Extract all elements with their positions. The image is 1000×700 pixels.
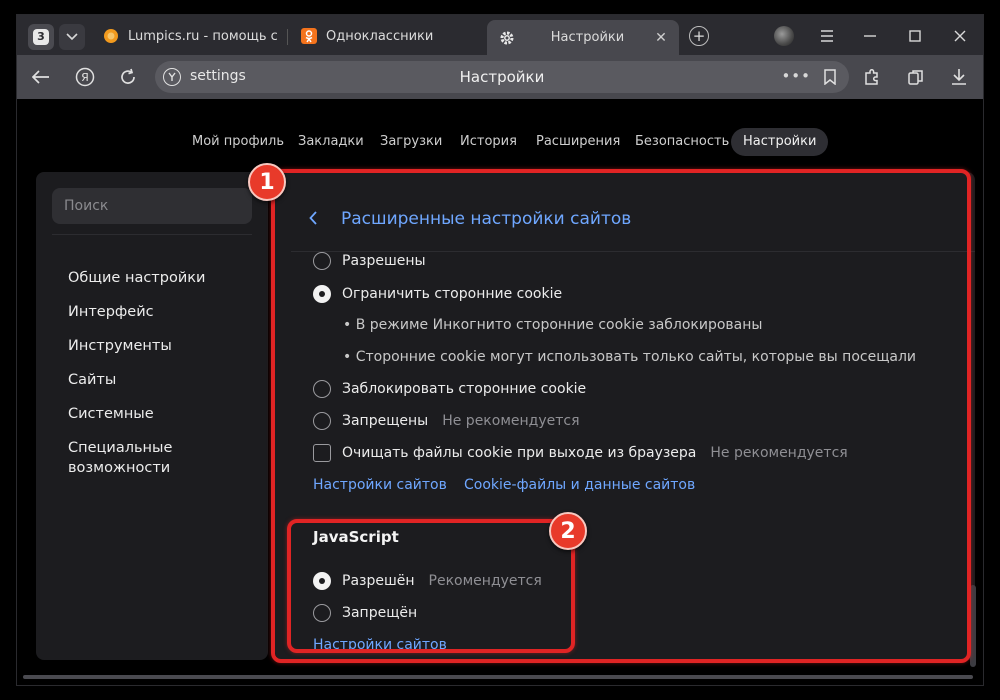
reload-icon[interactable] bbox=[116, 65, 140, 89]
settings-nav: Мой профиль Закладки Загрузки История Ра… bbox=[17, 128, 983, 158]
tab-title: Lumpics.ru - помощь с ко bbox=[128, 28, 283, 44]
browser-toolbar: Я settings Настройки ••• bbox=[17, 55, 983, 99]
tab-counter-button[interactable]: 3 bbox=[28, 24, 54, 50]
tab-count: 3 bbox=[33, 29, 49, 45]
settings-sidebar: Поиск Общие настройки Интерфейс Инструме… bbox=[36, 172, 268, 660]
back-arrow-icon[interactable] bbox=[29, 65, 53, 89]
horizontal-scrollbar[interactable] bbox=[23, 675, 973, 679]
new-tab-button[interactable]: + bbox=[689, 26, 709, 46]
chevron-down-icon bbox=[66, 33, 78, 41]
tab-title: Одноклассники bbox=[326, 28, 434, 44]
nav-bookmarks[interactable]: Закладки bbox=[298, 128, 364, 156]
nav-my-profile[interactable]: Мой профиль bbox=[192, 128, 284, 156]
tabs-dropdown-button[interactable] bbox=[59, 24, 85, 50]
step-badge-2: 2 bbox=[549, 512, 587, 550]
tab-strip: 3 Lumpics.ru - помощь с ко Одноклассники… bbox=[17, 15, 983, 55]
extensions-puzzle-icon[interactable] bbox=[860, 65, 884, 89]
collections-icon[interactable] bbox=[904, 65, 928, 89]
tab-lumpics[interactable]: Lumpics.ru - помощь с ко bbox=[103, 20, 283, 52]
tab-separator bbox=[287, 29, 288, 45]
download-icon[interactable] bbox=[947, 65, 971, 89]
gear-icon bbox=[499, 30, 515, 46]
url-text: settings bbox=[190, 68, 246, 84]
sidebar-item-tools[interactable]: Инструменты bbox=[68, 336, 238, 356]
nav-security[interactable]: Безопасность bbox=[635, 128, 729, 156]
avatar[interactable] bbox=[774, 26, 794, 46]
sidebar-item-interface[interactable]: Интерфейс bbox=[68, 302, 238, 322]
nav-extensions[interactable]: Расширения bbox=[536, 128, 620, 156]
browser-window: 3 Lumpics.ru - помощь с ко Одноклассники… bbox=[16, 14, 984, 686]
tab-title: Настройки bbox=[550, 30, 625, 45]
tab-odnoklassniki[interactable]: Одноклассники bbox=[301, 20, 481, 52]
address-bar[interactable]: settings Настройки ••• bbox=[155, 61, 849, 93]
sidebar-item-system[interactable]: Системные bbox=[68, 404, 238, 424]
minimize-icon[interactable] bbox=[855, 23, 885, 49]
page-title: Настройки bbox=[459, 68, 545, 86]
sidebar-item-general[interactable]: Общие настройки bbox=[68, 268, 238, 288]
divider bbox=[52, 234, 252, 235]
close-window-icon[interactable] bbox=[945, 23, 975, 49]
sidebar-item-accessibility[interactable]: Специальные возможности bbox=[68, 438, 198, 478]
maximize-icon[interactable] bbox=[900, 23, 930, 49]
step-badge-1: 1 bbox=[248, 163, 286, 201]
yandex-button-icon[interactable]: Я bbox=[73, 65, 97, 89]
more-options-icon[interactable]: ••• bbox=[781, 67, 811, 85]
highlight-box-2 bbox=[287, 519, 575, 653]
svg-text:Я: Я bbox=[81, 71, 89, 84]
lumpics-favicon-icon bbox=[103, 28, 119, 44]
sidebar-item-sites[interactable]: Сайты bbox=[68, 370, 238, 390]
tab-settings[interactable]: Настройки ✕ bbox=[487, 20, 679, 55]
nav-downloads[interactable]: Загрузки bbox=[380, 128, 442, 156]
search-input[interactable]: Поиск bbox=[52, 188, 252, 224]
bookmark-icon[interactable] bbox=[823, 69, 837, 89]
nav-settings[interactable]: Настройки bbox=[731, 128, 829, 156]
close-icon[interactable]: ✕ bbox=[651, 30, 671, 46]
menu-icon[interactable] bbox=[812, 23, 842, 49]
odnoklassniki-favicon-icon bbox=[301, 28, 317, 44]
nav-history[interactable]: История bbox=[460, 128, 517, 156]
yandex-logo-icon bbox=[163, 68, 181, 86]
